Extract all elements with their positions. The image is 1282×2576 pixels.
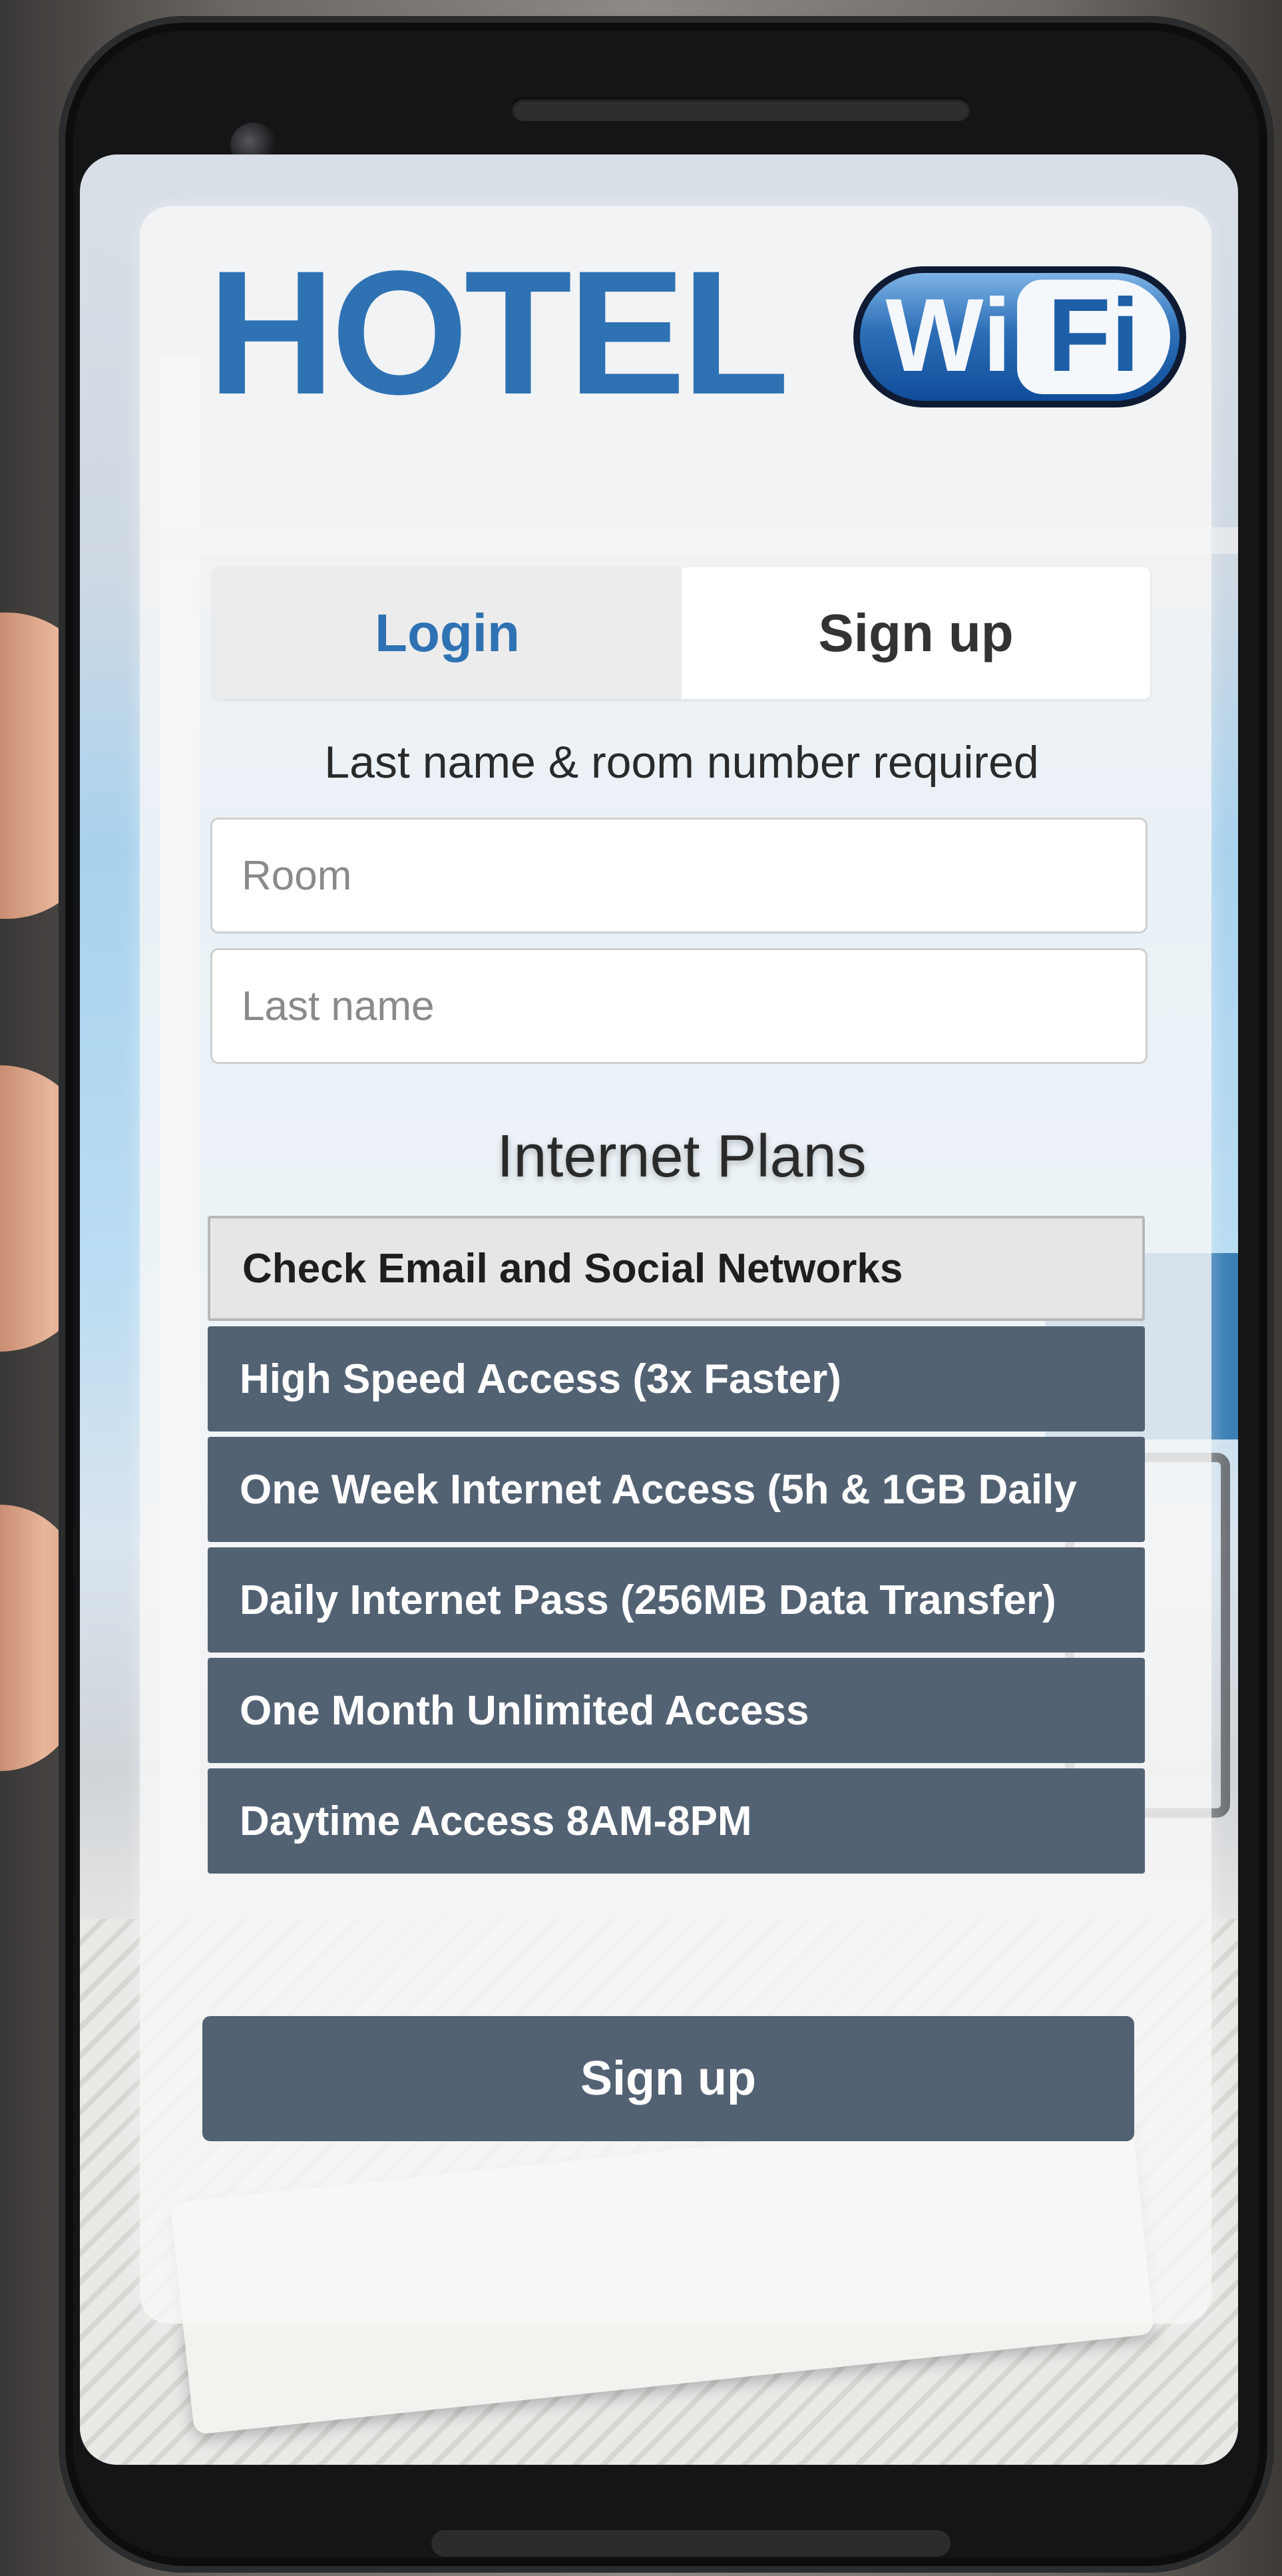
last-name-input[interactable] [210, 948, 1148, 1064]
tab-login[interactable]: Login [213, 567, 682, 699]
internet-plans-title: Internet Plans [497, 1123, 867, 1190]
tab-signup[interactable]: Sign up [682, 567, 1150, 699]
auth-tabs: Login Sign up [213, 567, 1150, 699]
wifi-logo-wi: Wi [885, 278, 1012, 393]
plan-option-high-speed[interactable]: High Speed Access (3x Faster) [208, 1326, 1145, 1431]
hotel-logo-text: HOTEL [208, 234, 789, 431]
plan-option-check-email[interactable]: Check Email and Social Networks [208, 1216, 1145, 1321]
plan-option-one-month[interactable]: One Month Unlimited Access [208, 1658, 1145, 1763]
wifi-logo-fi: Fi [1047, 278, 1140, 393]
plan-option-daytime[interactable]: Daytime Access 8AM-8PM [208, 1768, 1145, 1874]
wifi-logo-icon: Wi Fi [853, 266, 1186, 407]
earpiece-speaker [511, 97, 970, 121]
bottom-speaker [431, 2530, 951, 2557]
plan-option-one-week[interactable]: One Week Internet Access (5h & 1GB Daily [208, 1437, 1145, 1542]
plans-list: Check Email and Social Networks High Spe… [208, 1216, 1145, 1879]
signup-button[interactable]: Sign up [202, 2016, 1134, 2141]
room-input[interactable] [210, 818, 1148, 933]
plan-option-daily-pass[interactable]: Daily Internet Pass (256MB Data Transfer… [208, 1547, 1145, 1653]
required-fields-note: Last name & room number required [324, 737, 1039, 788]
